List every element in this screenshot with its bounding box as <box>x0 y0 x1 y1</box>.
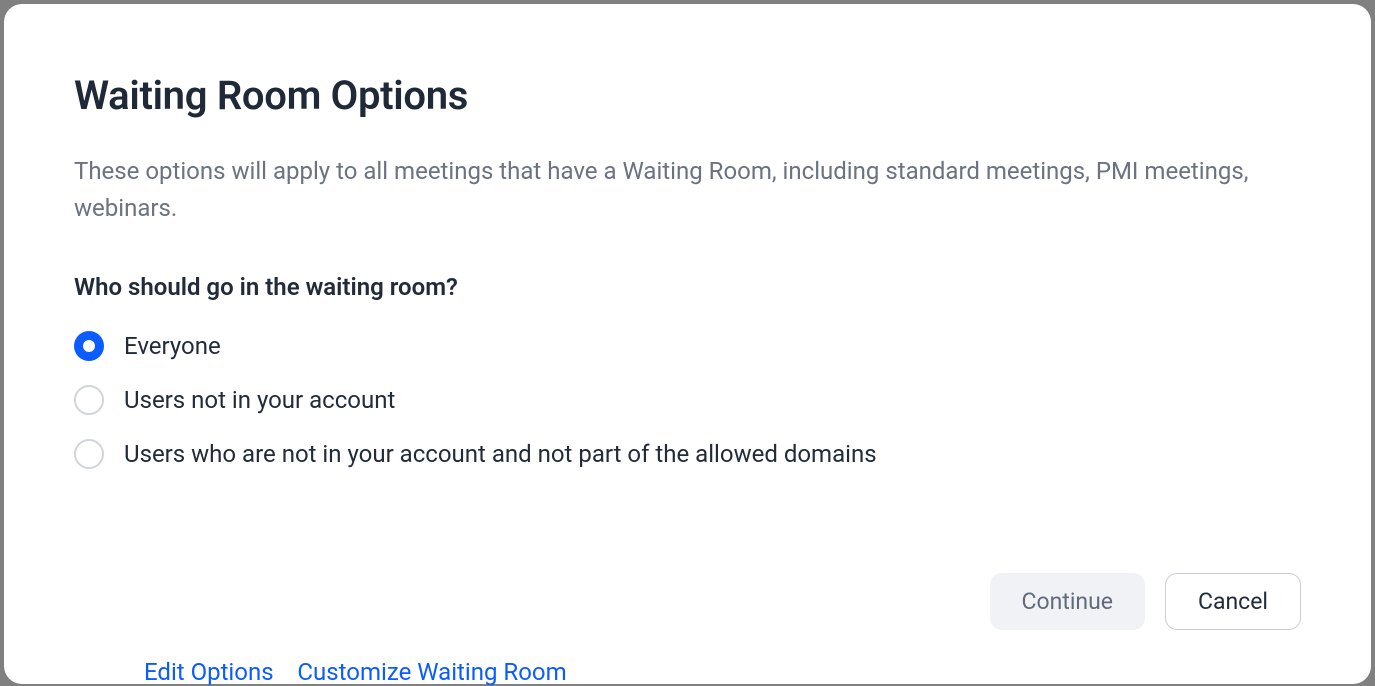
radio-icon <box>74 439 104 469</box>
radio-group-who-waiting-room: Everyone Users not in your account Users… <box>74 331 1301 469</box>
modal-title: Waiting Room Options <box>74 72 1301 119</box>
waiting-room-options-modal: Waiting Room Options These options will … <box>4 4 1371 684</box>
radio-label: Everyone <box>124 332 221 360</box>
radio-option-not-in-account-domains[interactable]: Users who are not in your account and no… <box>74 439 1301 469</box>
button-row: Continue Cancel <box>74 573 1301 654</box>
radio-icon <box>74 331 104 361</box>
continue-button[interactable]: Continue <box>990 573 1145 630</box>
customize-waiting-room-link: Customize Waiting Room <box>297 658 566 686</box>
radio-label: Users not in your account <box>124 386 395 414</box>
radio-option-not-in-account[interactable]: Users not in your account <box>74 385 1301 415</box>
radio-option-everyone[interactable]: Everyone <box>74 331 1301 361</box>
edit-options-link: Edit Options <box>144 658 274 686</box>
background-obscured-text: Edit Options Customize Waiting Room <box>144 658 567 686</box>
radio-icon <box>74 385 104 415</box>
cancel-button[interactable]: Cancel <box>1165 573 1301 630</box>
radio-label: Users who are not in your account and no… <box>124 440 877 468</box>
question-label: Who should go in the waiting room? <box>74 273 1301 301</box>
modal-description: These options will apply to all meetings… <box>74 153 1301 227</box>
